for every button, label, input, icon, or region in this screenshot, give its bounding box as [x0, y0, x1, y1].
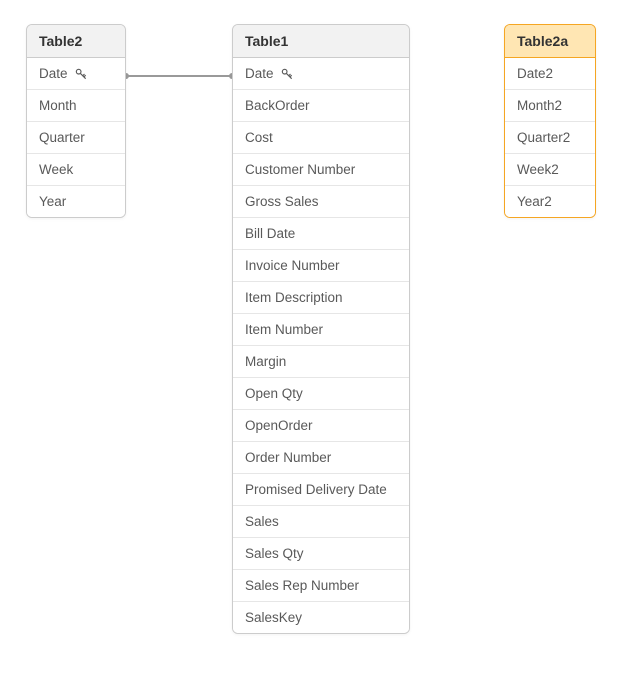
table-title: Table2	[39, 33, 82, 49]
field-month[interactable]: Month	[27, 90, 125, 122]
field-item-description[interactable]: Item Description	[233, 282, 409, 314]
field-label: BackOrder	[245, 98, 310, 113]
table-title: Table2a	[517, 33, 568, 49]
table-title: Table1	[245, 33, 288, 49]
field-quarter[interactable]: Quarter	[27, 122, 125, 154]
field-label: Year2	[517, 194, 552, 209]
field-list-table2: Date Month Quarter Week Year	[27, 58, 125, 217]
table-table1[interactable]: Table1 Date BackOrder Cost Customer Numb…	[232, 24, 410, 634]
field-promised-delivery-date[interactable]: Promised Delivery Date	[233, 474, 409, 506]
field-item-number[interactable]: Item Number	[233, 314, 409, 346]
table-table2[interactable]: Table2 Date Month Quarter Week	[26, 24, 126, 218]
field-label: Month2	[517, 98, 562, 113]
field-label: Sales	[245, 514, 279, 529]
field-label: Gross Sales	[245, 194, 319, 209]
field-sales-rep-number[interactable]: Sales Rep Number	[233, 570, 409, 602]
field-label: Week2	[517, 162, 559, 177]
table-header-table2a[interactable]: Table2a	[505, 25, 595, 58]
field-label: Promised Delivery Date	[245, 482, 387, 497]
field-label: Date	[39, 66, 68, 81]
field-label: Item Description	[245, 290, 343, 305]
field-label: Open Qty	[245, 386, 303, 401]
field-customer-number[interactable]: Customer Number	[233, 154, 409, 186]
table-header-table1[interactable]: Table1	[233, 25, 409, 58]
field-label: Bill Date	[245, 226, 295, 241]
field-date-key[interactable]: Date	[27, 58, 125, 90]
field-label: Customer Number	[245, 162, 355, 177]
relation-line-t2-date-to-t1-date[interactable]	[126, 75, 232, 77]
field-margin[interactable]: Margin	[233, 346, 409, 378]
field-label: Item Number	[245, 322, 323, 337]
field-gross-sales[interactable]: Gross Sales	[233, 186, 409, 218]
field-year2[interactable]: Year2	[505, 186, 595, 217]
field-year[interactable]: Year	[27, 186, 125, 217]
field-quarter2[interactable]: Quarter2	[505, 122, 595, 154]
field-label: Week	[39, 162, 73, 177]
field-list-table2a: Date2 Month2 Quarter2 Week2 Year2	[505, 58, 595, 217]
field-list-table1: Date BackOrder Cost Customer Number Gros…	[233, 58, 409, 633]
key-icon	[280, 67, 294, 81]
field-label: Cost	[245, 130, 273, 145]
field-date2[interactable]: Date2	[505, 58, 595, 90]
field-saleskey[interactable]: SalesKey	[233, 602, 409, 633]
field-label: SalesKey	[245, 610, 302, 625]
field-label: Sales Qty	[245, 546, 304, 561]
table-table2a[interactable]: Table2a Date2 Month2 Quarter2 Week2 Year…	[504, 24, 596, 218]
field-label: Order Number	[245, 450, 331, 465]
field-cost[interactable]: Cost	[233, 122, 409, 154]
field-label: Quarter	[39, 130, 85, 145]
field-label: Invoice Number	[245, 258, 340, 273]
field-label: Date2	[517, 66, 553, 81]
field-label: Month	[39, 98, 77, 113]
field-label: Margin	[245, 354, 286, 369]
field-sales[interactable]: Sales	[233, 506, 409, 538]
field-openorder[interactable]: OpenOrder	[233, 410, 409, 442]
field-invoice-number[interactable]: Invoice Number	[233, 250, 409, 282]
field-label: Year	[39, 194, 66, 209]
field-backorder[interactable]: BackOrder	[233, 90, 409, 122]
field-order-number[interactable]: Order Number	[233, 442, 409, 474]
field-week2[interactable]: Week2	[505, 154, 595, 186]
field-month2[interactable]: Month2	[505, 90, 595, 122]
field-date-key[interactable]: Date	[233, 58, 409, 90]
data-model-canvas[interactable]: Table2 Date Month Quarter Week	[0, 0, 618, 695]
table-header-table2[interactable]: Table2	[27, 25, 125, 58]
field-sales-qty[interactable]: Sales Qty	[233, 538, 409, 570]
field-week[interactable]: Week	[27, 154, 125, 186]
field-label: Sales Rep Number	[245, 578, 359, 593]
field-open-qty[interactable]: Open Qty	[233, 378, 409, 410]
field-label: Date	[245, 66, 274, 81]
field-bill-date[interactable]: Bill Date	[233, 218, 409, 250]
field-label: OpenOrder	[245, 418, 313, 433]
field-label: Quarter2	[517, 130, 570, 145]
key-icon	[74, 67, 88, 81]
